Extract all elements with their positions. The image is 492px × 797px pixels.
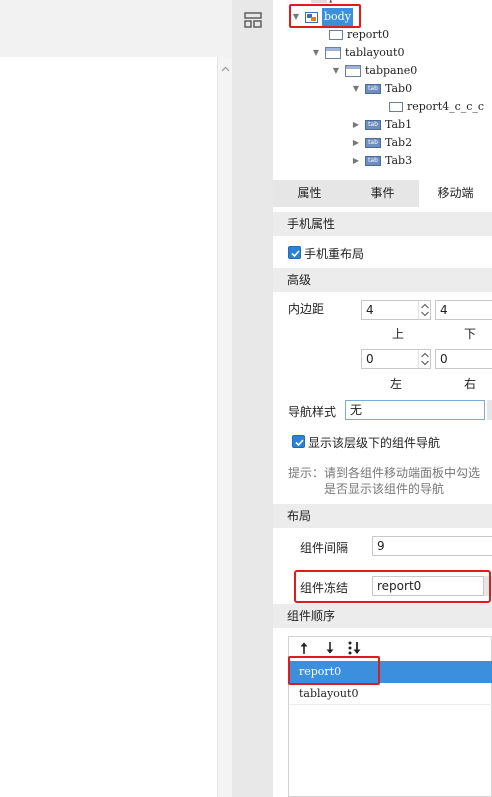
- canvas-scrollbar[interactable]: [217, 57, 232, 797]
- component-tree: para ▼ body report0 ▼ tablayout0 ▼ tabpa…: [273, 0, 492, 178]
- relayout-checkbox[interactable]: [288, 246, 301, 259]
- nav-style-label: 导航样式: [288, 405, 337, 419]
- editor-top-strip: [0, 0, 232, 57]
- design-canvas[interactable]: [0, 57, 217, 797]
- gap-value: 9: [377, 539, 385, 553]
- show-nav-label: 显示该层级下的组件导航: [308, 436, 441, 450]
- tree-node-label: Tab2: [385, 136, 413, 149]
- tree-node-label: report0: [347, 28, 390, 41]
- padding-right-value: 0: [440, 352, 448, 366]
- tab-icon: tab: [365, 138, 381, 148]
- bottom-label: 下: [464, 327, 477, 341]
- tab-events[interactable]: 事件: [346, 180, 419, 207]
- tree-node-tab0[interactable]: ▼ tab Tab0: [351, 80, 412, 98]
- side-toolbar: [232, 0, 273, 797]
- padding-right-input[interactable]: 0: [435, 349, 492, 369]
- relayout-label: 手机重布局: [304, 247, 365, 261]
- top-label: 上: [392, 327, 405, 341]
- scroll-up-icon[interactable]: [221, 63, 230, 72]
- tree-node-tab3[interactable]: ▶ tab Tab3: [351, 152, 412, 170]
- padding-top-input[interactable]: 4: [361, 300, 431, 320]
- tab-mobile[interactable]: 移动端: [419, 180, 492, 207]
- show-nav-checkbox[interactable]: [292, 435, 305, 448]
- tree-node-label: Tab1: [385, 118, 413, 131]
- nav-style-select[interactable]: 无: [345, 400, 485, 420]
- section-mobile-props: 手机属性: [273, 212, 492, 236]
- hint-text-line1: 提示：请到各组件移动端面板中勾选: [288, 466, 481, 480]
- tab-icon: tab: [365, 156, 381, 166]
- gap-label: 组件间隔: [300, 541, 349, 555]
- padding-bottom-value: 4: [440, 303, 448, 317]
- report-icon: [329, 30, 343, 40]
- tree-node-tab1[interactable]: ▶ tab Tab1: [351, 116, 412, 134]
- list-item[interactable]: tablayout0: [289, 683, 492, 705]
- expand-right-icon[interactable]: ▶: [351, 152, 361, 170]
- tab-icon: tab: [365, 120, 381, 130]
- report-icon: [389, 102, 403, 112]
- tab-properties[interactable]: 属性: [273, 180, 346, 207]
- tree-node-tablayout0[interactable]: ▼ tablayout0: [311, 44, 404, 62]
- tree-node-label: tabpane0: [365, 64, 418, 77]
- tree-node-label: Tab0: [385, 82, 413, 95]
- left-label: 左: [390, 377, 403, 391]
- padding-left-value: 0: [366, 352, 374, 366]
- tree-node-report4[interactable]: report4_c_c_c: [389, 98, 484, 116]
- expand-down-icon[interactable]: ▼: [331, 62, 341, 80]
- tree-node-label: tablayout0: [345, 46, 405, 59]
- spinner-icon[interactable]: [418, 301, 430, 319]
- expand-right-icon[interactable]: ▶: [351, 134, 361, 152]
- body-highlight-box: [289, 4, 361, 28]
- tablayout-icon: [325, 47, 341, 59]
- expand-down-icon[interactable]: ▼: [311, 44, 321, 62]
- padding-top-value: 4: [366, 303, 374, 317]
- panel-tabs: 属性 事件 移动端: [273, 180, 492, 207]
- hint-text-line2: 是否显示该组件的导航: [324, 482, 445, 496]
- chevron-down-icon[interactable]: [487, 400, 492, 420]
- report-highlight-box: [288, 656, 380, 685]
- expand-right-icon[interactable]: ▶: [351, 116, 361, 134]
- tree-node-tabpane0[interactable]: ▼ tabpane0: [331, 62, 417, 80]
- tab-icon: tab: [365, 84, 381, 94]
- spinner-icon[interactable]: [418, 350, 430, 368]
- nav-style-value: 无: [350, 403, 363, 417]
- gap-input[interactable]: 9: [372, 536, 492, 556]
- freeze-highlight-box: [294, 570, 491, 603]
- layout-grid-icon[interactable]: [244, 12, 262, 28]
- padding-bottom-input[interactable]: 4: [435, 300, 492, 320]
- tree-node-label: report4_c_c_c: [407, 100, 485, 113]
- expand-down-icon[interactable]: ▼: [351, 80, 361, 98]
- padding-label: 内边距: [288, 302, 325, 316]
- padding-left-input[interactable]: 0: [361, 349, 431, 369]
- tabpane-icon: [345, 65, 361, 77]
- tree-node-report0[interactable]: report0: [329, 26, 389, 44]
- right-label: 右: [464, 377, 477, 391]
- section-layout: 布局: [273, 504, 492, 528]
- tree-node-label: Tab3: [385, 154, 413, 167]
- tree-node-tab2[interactable]: ▶ tab Tab2: [351, 134, 412, 152]
- section-advanced: 高级: [273, 268, 492, 292]
- section-order: 组件顺序: [273, 604, 492, 628]
